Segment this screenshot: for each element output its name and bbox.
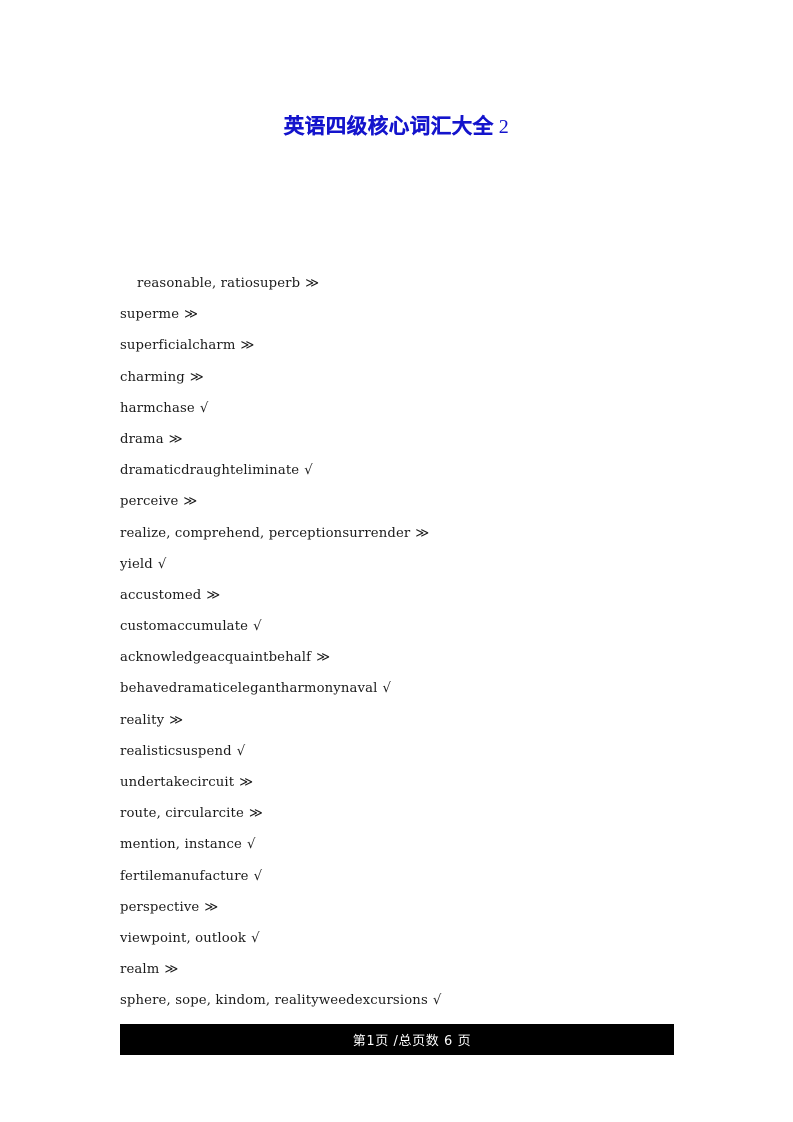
check-mark-icon: √ xyxy=(251,930,260,946)
word-list-item: fertilemanufacture √ xyxy=(120,861,680,892)
double-chevron-icon: ≫ xyxy=(169,712,184,728)
word-list-item-text: realize, comprehend, perceptionsurrender xyxy=(120,525,411,541)
page-title-chinese: 英语四级核心词汇大全 xyxy=(283,113,494,138)
word-list-item-text: accustomed xyxy=(120,587,202,603)
double-chevron-icon: ≫ xyxy=(206,587,221,603)
word-list-item-text: drama xyxy=(120,431,164,447)
word-list-item: charming ≫ xyxy=(120,362,680,393)
double-chevron-icon: ≫ xyxy=(189,369,204,385)
word-list-item: realize, comprehend, perceptionsurrender… xyxy=(120,518,680,549)
word-list-item-text: mention, instance xyxy=(120,837,243,853)
check-mark-icon: √ xyxy=(253,868,263,884)
word-list-item-text: reasonable, ratiosuperb xyxy=(137,276,301,291)
page-title-number: 2 xyxy=(498,115,510,138)
double-chevron-icon: ≫ xyxy=(240,338,255,354)
double-chevron-icon: ≫ xyxy=(239,775,254,790)
word-list-item: perceive ≫ xyxy=(120,486,680,517)
double-chevron-icon: ≫ xyxy=(204,899,219,915)
word-list-item-text: reality xyxy=(120,712,165,728)
page-number-text: 第1页 /总页数 6 页 xyxy=(352,1034,472,1049)
page-title: 英语四级核心词汇大全 2 xyxy=(0,114,793,139)
word-list-item: customaccumulate √ xyxy=(120,611,680,642)
word-list-item: reasonable, ratiosuperb ≫ xyxy=(120,268,680,299)
double-chevron-icon: ≫ xyxy=(248,806,263,822)
check-mark-icon: √ xyxy=(247,837,256,853)
word-list-item-text: realisticsuspend xyxy=(120,743,232,759)
word-list-item: dramaticdraughteliminate √ xyxy=(120,455,680,486)
word-list-item: route, circularcite ≫ xyxy=(120,798,680,829)
word-list-item: yield √ xyxy=(120,549,680,580)
word-list-item: accustomed ≫ xyxy=(120,580,680,611)
check-mark-icon: √ xyxy=(199,400,209,416)
word-list-item-text: fertilemanufacture xyxy=(120,868,249,884)
vocabulary-word-list: reasonable, ratiosuperb ≫ superme ≫ superfic… xyxy=(120,268,680,1017)
word-list-item: realm ≫ xyxy=(120,954,680,985)
word-list-item-text: viewpoint, outlook xyxy=(120,930,247,946)
double-chevron-icon: ≫ xyxy=(305,276,320,291)
double-chevron-icon: ≫ xyxy=(184,307,199,323)
word-list-item: sphere, sope, kindom, realityweedexcursi… xyxy=(120,985,680,1016)
word-list-item-text: charming xyxy=(120,369,185,385)
word-list-item: harmchase √ xyxy=(120,393,680,424)
word-list-item-text: superme xyxy=(120,307,180,323)
word-list-item-text: perceive xyxy=(120,494,179,510)
word-list-item: drama ≫ xyxy=(120,424,680,455)
word-list-item: acknowledgeacquaintbehalf ≫ xyxy=(120,642,680,673)
word-list-item-text: yield xyxy=(120,556,153,572)
check-mark-icon: √ xyxy=(157,556,167,572)
word-list-item-text: perspective xyxy=(120,899,200,915)
check-mark-icon: √ xyxy=(382,681,392,697)
double-chevron-icon: ≫ xyxy=(183,494,198,510)
check-mark-icon: √ xyxy=(304,463,313,479)
word-list-item-text: acknowledgeacquaintbehalf xyxy=(120,650,312,666)
word-list-item: behavedramaticelegantharmonynaval √ xyxy=(120,673,680,704)
double-chevron-icon: ≫ xyxy=(316,650,331,666)
word-list-item: superme ≫ xyxy=(120,299,680,330)
word-list-item-text: sphere, sope, kindom, realityweedexcursi… xyxy=(120,993,428,1009)
page-footer-bar: 第1页 /总页数 6 页 xyxy=(120,1024,674,1055)
word-list-item-text: customaccumulate xyxy=(120,619,249,635)
word-list-item: superficialcharm ≫ xyxy=(120,330,680,361)
word-list-item-text: dramaticdraughteliminate xyxy=(120,463,300,479)
word-list-item-text: undertakecircuit xyxy=(120,775,235,790)
word-list-item-text: route, circularcite xyxy=(120,806,244,822)
document-page: 英语四级核心词汇大全 2 reasonable, ratiosuperb ≫ supe… xyxy=(0,0,793,1122)
word-list-item: reality ≫ xyxy=(120,705,680,736)
double-chevron-icon: ≫ xyxy=(164,962,179,978)
check-mark-icon: √ xyxy=(236,743,246,759)
double-chevron-icon: ≫ xyxy=(168,431,183,447)
word-list-item: realisticsuspend √ xyxy=(120,736,680,767)
word-list-item-text: realm xyxy=(120,962,160,978)
check-mark-icon: √ xyxy=(432,993,442,1009)
word-list-item: perspective ≫ xyxy=(120,892,680,923)
word-list-item: mention, instance √ xyxy=(120,829,680,860)
double-chevron-icon: ≫ xyxy=(415,525,430,541)
word-list-item: viewpoint, outlook √ xyxy=(120,923,680,954)
check-mark-icon: √ xyxy=(253,619,262,635)
word-list-item-text: behavedramaticelegantharmonynaval xyxy=(120,681,378,697)
word-list-item-text: superficialcharm xyxy=(120,338,236,354)
word-list-item-text: harmchase xyxy=(120,400,195,416)
word-list-item: undertakecircuit ≫ xyxy=(120,767,680,798)
